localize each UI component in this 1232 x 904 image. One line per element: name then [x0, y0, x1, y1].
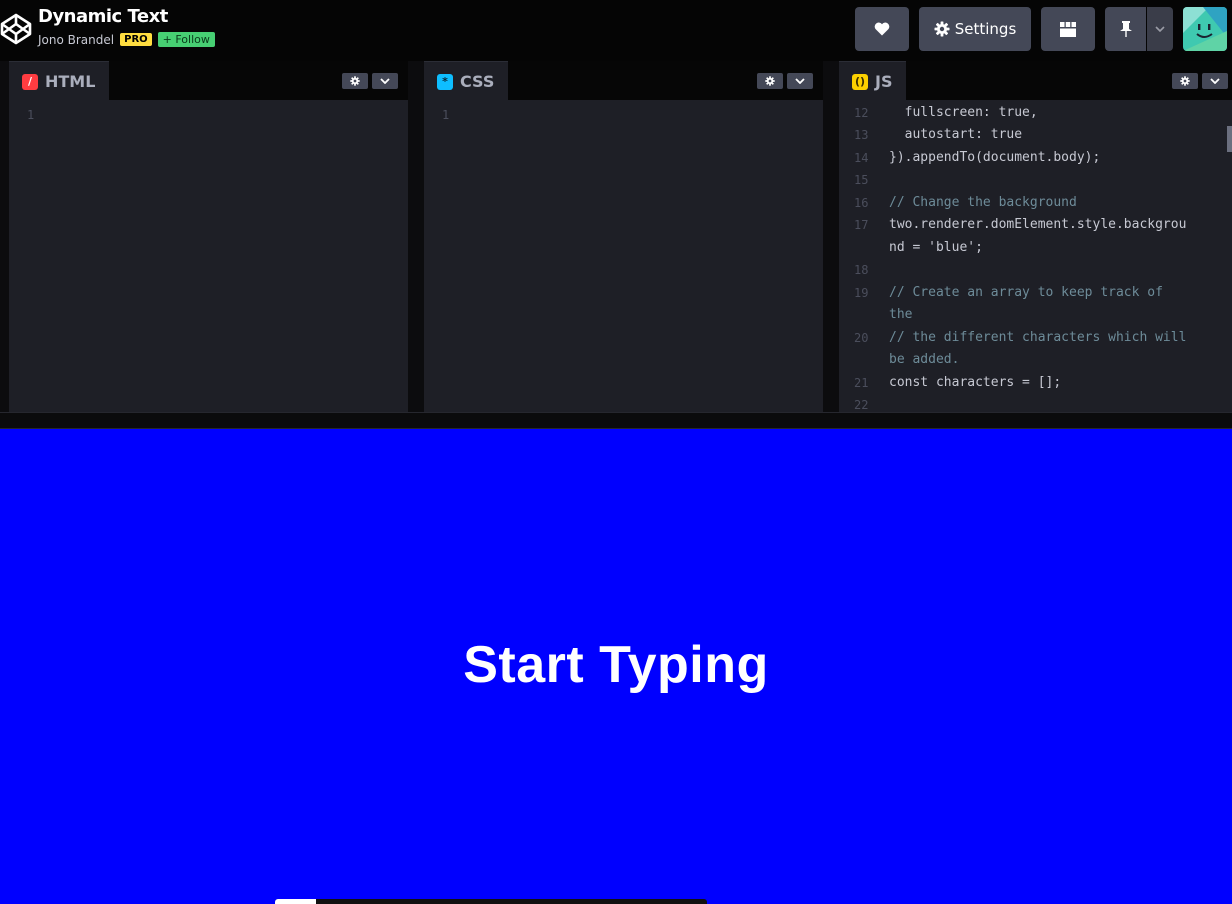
pin-icon — [1119, 21, 1132, 37]
line-number: 15 — [854, 173, 869, 187]
line-number: 1 — [27, 108, 35, 122]
line-number: 13 — [854, 128, 869, 142]
author-name[interactable]: Jono Brandel — [38, 33, 114, 47]
line-number: 17 — [854, 218, 869, 232]
scrollbar[interactable] — [1227, 126, 1232, 152]
line-number: 19 — [854, 286, 869, 300]
line-number: 16 — [854, 196, 869, 210]
gear-icon — [1180, 76, 1190, 86]
css-panel[interactable]: * CSS 1 — [424, 61, 823, 412]
code-comment: // Change the background — [889, 195, 1077, 210]
panel-settings-button[interactable] — [757, 73, 783, 89]
js-icon: () — [852, 73, 868, 90]
panel-settings-button[interactable] — [1172, 73, 1198, 89]
panel-menu-button[interactable] — [1202, 73, 1228, 89]
follow-button[interactable]: + Follow — [157, 32, 215, 47]
codepen-logo-icon[interactable] — [0, 12, 32, 46]
bottom-bar-fill — [275, 899, 316, 904]
pen-title[interactable]: Dynamic Text — [38, 6, 168, 27]
gear-icon — [934, 21, 950, 37]
preview-text: Start Typing — [463, 636, 769, 694]
settings-button[interactable]: Settings — [919, 7, 1031, 51]
code-comment: // the different characters which will — [889, 330, 1187, 345]
preview-pane[interactable]: Start Typing — [0, 429, 1232, 904]
code-comment: the — [889, 307, 913, 322]
code-comment: be added. — [889, 352, 960, 367]
code-line: fullscreen: true, — [889, 105, 1038, 120]
tab-label: JS — [875, 72, 893, 91]
js-code-editor[interactable]: 12 13 14 15 16 17 18 19 20 21 22 fullscr… — [839, 100, 1232, 412]
chevron-down-icon — [380, 78, 390, 84]
header: Dynamic Text Jono Brandel PRO + Follow S… — [0, 0, 1232, 61]
panel-settings-button[interactable] — [342, 73, 368, 89]
line-number: 20 — [854, 331, 869, 345]
css-icon: * — [437, 73, 453, 90]
bottom-bar[interactable] — [275, 899, 707, 904]
pro-badge: PRO — [120, 33, 152, 46]
line-number: 1 — [442, 108, 450, 122]
resize-divider[interactable] — [0, 412, 1232, 429]
layout-icon — [1060, 21, 1076, 37]
tab-label: CSS — [460, 72, 495, 91]
html-icon: / — [22, 73, 38, 90]
gear-icon — [765, 76, 775, 86]
chevron-down-icon — [1155, 26, 1165, 32]
chevron-down-icon — [1210, 78, 1220, 84]
tab-css[interactable]: * CSS — [424, 61, 509, 101]
pin-menu-button[interactable] — [1147, 7, 1173, 51]
editor-area: / HTML 1 * CSS 1 () JS 12 13 14 15 16 17… — [0, 61, 1232, 412]
js-panel[interactable]: () JS 12 13 14 15 16 17 18 19 20 21 22 f… — [839, 61, 1232, 412]
author-row: Jono Brandel PRO + Follow — [38, 32, 215, 47]
html-panel[interactable]: / HTML 1 — [9, 61, 408, 412]
tab-js[interactable]: () JS — [839, 61, 907, 101]
settings-label: Settings — [954, 20, 1017, 38]
html-code-editor[interactable]: 1 — [9, 100, 408, 412]
gear-icon — [350, 76, 360, 86]
pin-button[interactable] — [1105, 7, 1146, 51]
change-view-button[interactable] — [1041, 7, 1095, 51]
line-number: 18 — [854, 263, 869, 277]
css-code-editor[interactable]: 1 — [424, 100, 823, 412]
code-line: nd = 'blue'; — [889, 240, 983, 255]
tab-html[interactable]: / HTML — [9, 61, 110, 101]
panel-menu-button[interactable] — [787, 73, 813, 89]
panel-menu-button[interactable] — [372, 73, 398, 89]
code-line: }).appendTo(document.body); — [889, 150, 1101, 165]
code-line: const characters = []; — [889, 375, 1062, 390]
tab-label: HTML — [45, 72, 96, 91]
code-comment: // Create an array to keep track of — [889, 285, 1163, 300]
line-number: 21 — [854, 376, 869, 390]
avatar[interactable] — [1183, 7, 1227, 51]
line-number: 22 — [854, 398, 869, 412]
code-line: two.renderer.domElement.style.backgrou — [889, 217, 1187, 232]
line-number: 12 — [854, 106, 869, 120]
chevron-down-icon — [795, 78, 805, 84]
code-line: autostart: true — [889, 127, 1023, 142]
line-number: 14 — [854, 151, 869, 165]
heart-icon — [874, 22, 890, 36]
heart-button[interactable] — [855, 7, 909, 51]
